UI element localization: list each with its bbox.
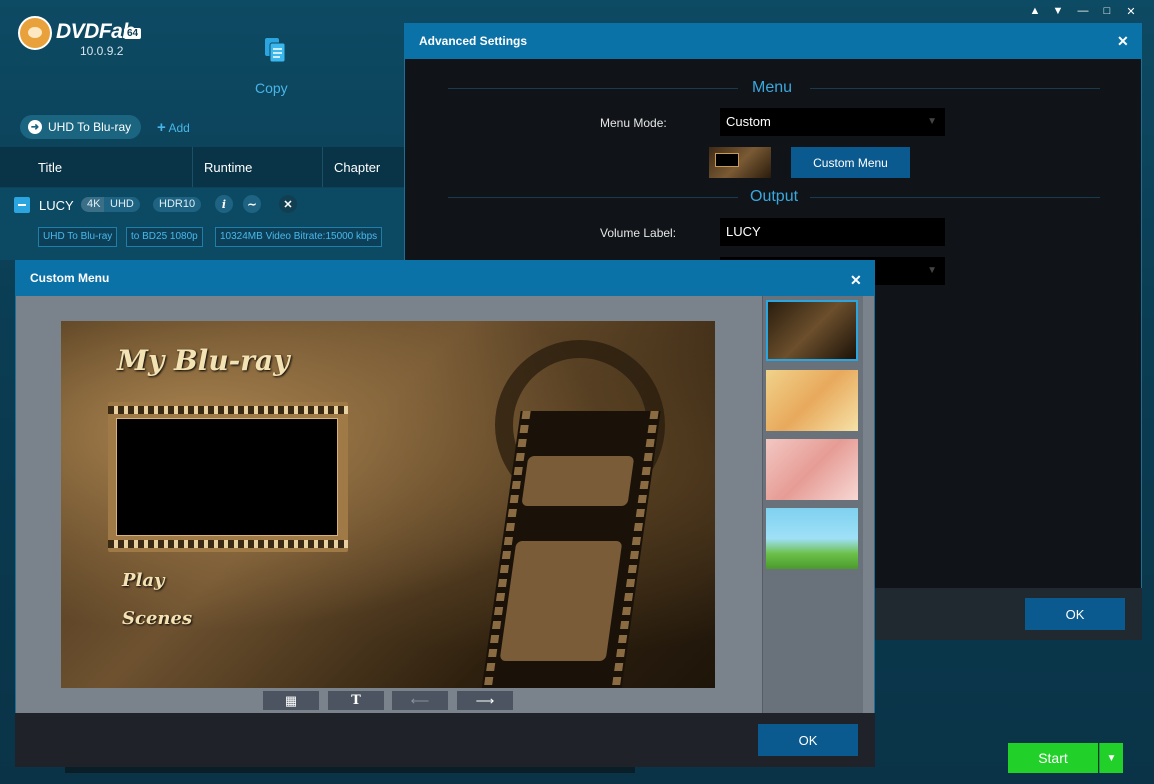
arrow-left-icon[interactable]: ⟵ xyxy=(392,691,448,710)
template-thumbnail-2[interactable] xyxy=(766,370,858,431)
minimize-icon[interactable]: — xyxy=(1075,5,1091,17)
divider xyxy=(448,88,738,89)
remove-icon[interactable]: ✕ xyxy=(279,195,297,213)
dvdfab-logo-icon xyxy=(18,16,52,50)
info-icon[interactable]: i xyxy=(215,195,233,213)
chip-output[interactable]: to BD25 1080p xyxy=(126,227,203,247)
arrow-right-circle-icon: ➜ xyxy=(28,120,42,134)
mode-label: UHD To Blu-ray xyxy=(48,120,132,134)
chevron-down-icon: ▼ xyxy=(927,265,937,276)
chip-size[interactable]: 10324MB Video Bitrate:15000 kbps xyxy=(215,227,383,247)
arrow-right-icon[interactable]: ⟶ xyxy=(457,691,513,710)
menu-mode-label: Menu Mode: xyxy=(600,116,667,130)
preview-video-frame[interactable] xyxy=(108,402,348,552)
start-dropdown-icon[interactable]: ▼ xyxy=(1099,743,1123,773)
tag-4k: 4K xyxy=(81,197,107,212)
column-runtime[interactable]: Runtime xyxy=(204,160,252,175)
collapse-checkbox[interactable] xyxy=(14,197,30,213)
advanced-settings-title: Advanced Settings xyxy=(419,34,528,48)
tag-hdr10: HDR10 xyxy=(153,197,202,212)
custom-menu-titlebar xyxy=(15,260,875,296)
custom-menu-close-icon[interactable]: ✕ xyxy=(850,272,862,289)
add-label: Add xyxy=(168,121,190,135)
add-source-button[interactable]: + Add xyxy=(157,119,190,136)
row-title: LUCY xyxy=(39,198,74,213)
plus-icon: + xyxy=(157,119,166,136)
volume-label-label: Volume Label: xyxy=(600,226,677,240)
film-frame xyxy=(499,541,623,661)
column-divider xyxy=(192,147,193,187)
film-perforation xyxy=(108,540,348,548)
template-thumbnail-4[interactable] xyxy=(766,508,858,569)
logo-badge: 64 xyxy=(124,28,142,39)
column-title[interactable]: Title xyxy=(38,160,62,175)
output-section-heading: Output xyxy=(750,188,799,205)
custom-menu-footer xyxy=(15,713,875,767)
divider xyxy=(448,197,738,198)
tag-uhd: UHD xyxy=(104,197,140,212)
maximize-icon[interactable]: □ xyxy=(1099,5,1115,17)
menu-icon[interactable]: ▼ xyxy=(1050,5,1066,17)
column-divider xyxy=(322,147,323,187)
start-button[interactable]: Start xyxy=(1008,743,1098,773)
menu-template-thumbnail xyxy=(709,147,771,178)
video-window xyxy=(116,418,338,536)
custom-menu-title: Custom Menu xyxy=(30,271,110,285)
preview-scenes-item[interactable]: Scenes xyxy=(122,608,192,629)
column-chapter[interactable]: Chapter xyxy=(334,160,380,175)
text-icon[interactable]: T xyxy=(328,691,384,710)
custom-menu-button[interactable]: Custom Menu xyxy=(791,147,910,178)
logo-text: DVDFab xyxy=(56,20,135,43)
shirt-icon[interactable]: ▲ xyxy=(1027,5,1043,17)
advanced-ok-button[interactable]: OK xyxy=(1025,598,1125,630)
volume-label-input[interactable]: LUCY xyxy=(720,218,945,246)
divider xyxy=(810,88,1100,89)
mode-selector-button[interactable]: ➜ UHD To Blu-ray xyxy=(20,115,142,139)
image-icon[interactable]: ▦ xyxy=(263,691,319,710)
version-label: 10.0.9.2 xyxy=(80,44,124,58)
advanced-settings-close-icon[interactable]: ✕ xyxy=(1117,33,1129,50)
menu-mode-select[interactable]: Custom ▼ xyxy=(720,108,945,136)
custom-menu-ok-button[interactable]: OK xyxy=(758,724,858,756)
close-icon[interactable]: ✕ xyxy=(1123,5,1139,18)
preview-play-item[interactable]: Play xyxy=(122,570,165,591)
film-perforation xyxy=(108,406,348,414)
preview-heading[interactable]: My Blu-ray xyxy=(117,344,289,377)
menu-section-heading: Menu xyxy=(752,79,793,96)
progress-track xyxy=(65,767,635,773)
divider xyxy=(810,197,1100,198)
template-thumbnail-3[interactable] xyxy=(766,439,858,500)
menu-mode-value: Custom xyxy=(726,114,771,129)
copy-icon[interactable] xyxy=(263,36,287,64)
chevron-down-icon: ▼ xyxy=(927,116,937,127)
film-frame xyxy=(521,456,635,506)
settings-wrench-icon[interactable]: ∼ xyxy=(243,195,261,213)
copy-module-label[interactable]: Copy xyxy=(255,80,288,96)
chip-mode[interactable]: UHD To Blu-ray xyxy=(38,227,118,247)
template-thumbnail-1[interactable] xyxy=(766,300,858,361)
